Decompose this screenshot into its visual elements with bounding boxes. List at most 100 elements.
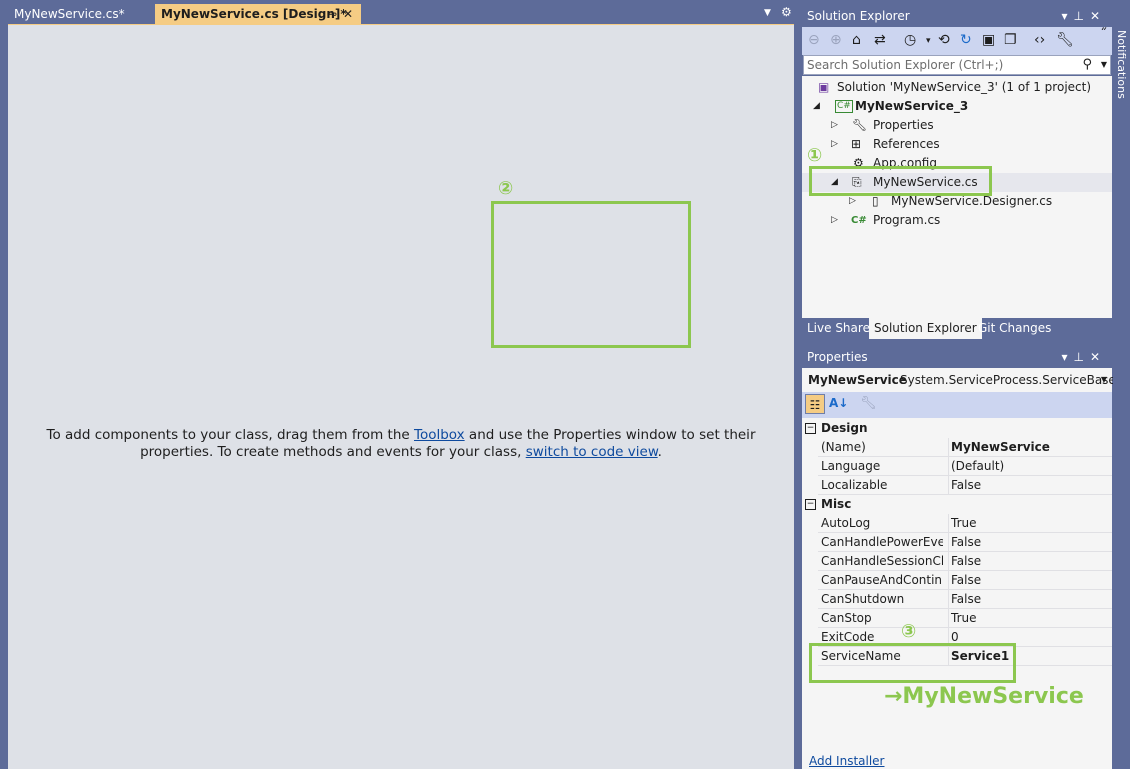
notifications-strip[interactable]: Notifications (1113, 0, 1130, 769)
expanded-arrow-icon[interactable]: ◢ (813, 97, 820, 116)
tab-code-file[interactable]: MyNewService.cs* (8, 4, 153, 24)
property-name: CanStop (821, 611, 872, 625)
tree-item-label: Properties (873, 118, 934, 132)
wrench-icon[interactable]: 🔧︎ (1056, 32, 1074, 48)
tab-git-changes[interactable]: Git Changes (973, 318, 1056, 339)
collapsed-arrow-icon[interactable]: ▷ (831, 211, 838, 230)
chevron-down-icon[interactable]: ▾ (1061, 9, 1073, 23)
pin-icon[interactable]: ⊥ (1073, 9, 1089, 23)
switch-to-code-view-link[interactable]: switch to code view (526, 444, 658, 460)
forward-icon[interactable]: ⊕ (830, 32, 842, 48)
tree-item-properties[interactable]: ▷ 🔧︎ Properties (802, 116, 1112, 135)
properties-object-selector[interactable]: MyNewService System.ServiceProcess.Servi… (802, 368, 1116, 392)
show-all-files-icon[interactable]: ❐ (1004, 32, 1017, 48)
categorized-icon[interactable]: ☷ (805, 394, 825, 414)
collapsed-arrow-icon[interactable]: ▷ (831, 135, 838, 154)
property-row[interactable]: CanHandleSessionChangeEvent False (818, 552, 1112, 571)
chevron-down-icon[interactable]: ▾ (1061, 350, 1073, 364)
property-value[interactable]: True (948, 609, 977, 628)
gear-icon[interactable]: ⚙ (781, 5, 792, 19)
property-name: CanHandlePowerEvent (821, 535, 943, 549)
property-value[interactable]: False (948, 552, 981, 571)
collapse-icon[interactable]: − (805, 423, 816, 434)
object-name: MyNewService (808, 373, 907, 387)
switch-views-icon[interactable]: ⇄ (874, 32, 886, 48)
close-icon[interactable]: ✕ (1090, 9, 1106, 23)
annotation-box-3 (809, 643, 1016, 683)
tree-item-label: Program.cs (873, 213, 941, 227)
tab-code-file-label: MyNewService.cs* (14, 7, 125, 21)
tab-design-file[interactable]: MyNewService.cs [Design]* ⊸ ✕ (155, 4, 361, 24)
property-value[interactable]: False (948, 571, 981, 590)
property-row[interactable]: CanStop True (818, 609, 1112, 628)
pin-icon[interactable]: ⊸ (327, 4, 337, 24)
property-value[interactable]: False (948, 590, 981, 609)
property-value[interactable]: MyNewService (948, 438, 1050, 457)
annotation-marker-3: ③ (901, 621, 917, 642)
search-input[interactable] (804, 56, 1080, 74)
property-value[interactable]: False (948, 533, 981, 552)
back-icon[interactable]: ⊖ (808, 32, 820, 48)
solution-explorer-title: Solution Explorer ▾⊥✕ (802, 6, 1112, 26)
property-row[interactable]: (Name) MyNewService (818, 438, 1112, 457)
property-name: CanShutdown (821, 592, 905, 606)
tree-item-project[interactable]: ◢ C# MyNewService_3 (802, 97, 1112, 116)
property-row[interactable]: AutoLog True (818, 514, 1112, 533)
tab-dropdown-icon[interactable]: ▼ (764, 8, 771, 18)
sync-icon[interactable]: ⟲ (938, 32, 950, 48)
annotation-marker-2: ② (498, 178, 514, 199)
pin-icon[interactable]: ⊥ (1073, 350, 1089, 364)
property-name: CanPauseAndContinue (821, 573, 943, 587)
collapsed-arrow-icon[interactable]: ▷ (831, 116, 838, 135)
search-icon[interactable]: ⚲ (1082, 57, 1092, 72)
close-icon[interactable]: ✕ (343, 4, 353, 24)
property-row[interactable]: Localizable False (818, 476, 1112, 495)
solution-explorer-search[interactable]: ⚲ ▼ (803, 55, 1111, 75)
property-row[interactable]: CanPauseAndContinue False (818, 571, 1112, 590)
alphabetical-icon[interactable]: A↓ (829, 396, 848, 410)
tree-item-label: Solution 'MyNewService_3' (1 of 1 projec… (837, 80, 1092, 94)
category-design[interactable]: − Design (802, 419, 1112, 438)
wrench-icon[interactable]: 🔧︎ (860, 396, 877, 411)
category-label: Misc (821, 497, 852, 511)
close-icon[interactable]: ✕ (1090, 350, 1106, 364)
home-icon[interactable]: ⌂ (852, 32, 861, 48)
document-tab-bar: MyNewService.cs* MyNewService.cs [Design… (0, 0, 800, 24)
property-value[interactable]: False (948, 476, 981, 495)
annotation-box-1 (809, 166, 992, 196)
chevron-down-icon[interactable]: ▼ (1101, 368, 1107, 392)
overflow-icon[interactable]: ˝ (1100, 27, 1107, 43)
add-installer-link[interactable]: Add Installer (809, 754, 885, 768)
collapse-icon[interactable]: − (805, 499, 816, 510)
pending-changes-icon[interactable]: ◷ (904, 32, 916, 48)
notifications-label: Notifications (1115, 30, 1128, 99)
collapse-all-icon[interactable]: ▣ (982, 32, 995, 48)
tab-solution-explorer[interactable]: Solution Explorer (869, 318, 982, 339)
tree-item-references[interactable]: ▷ ⊞ References (802, 135, 1112, 154)
wrench-icon: 🔧︎ (852, 118, 868, 132)
tree-item-program[interactable]: ▷ C# Program.cs (802, 211, 1112, 230)
solution-explorer-bottom-tabs: Live Share Solution Explorer Git Changes (802, 318, 1112, 339)
toolbox-link[interactable]: Toolbox (414, 427, 465, 443)
category-misc[interactable]: − Misc (802, 495, 1112, 514)
property-value[interactable]: True (948, 514, 977, 533)
property-row[interactable]: CanShutdown False (818, 590, 1112, 609)
property-name: Language (821, 459, 881, 473)
property-value[interactable]: (Default) (948, 457, 1004, 476)
tree-item-label: MyNewService_3 (855, 99, 969, 113)
csharp-project-icon: C# (835, 100, 853, 113)
designer-surface[interactable]: ② To add components to your class, drag … (8, 24, 794, 769)
tab-live-share[interactable]: Live Share (802, 318, 875, 339)
solution-tree: ▣ Solution 'MyNewService_3' (1 of 1 proj… (802, 76, 1112, 318)
view-code-icon[interactable]: ‹› (1034, 32, 1045, 48)
chevron-down-icon[interactable]: ▼ (1101, 60, 1107, 69)
refresh-icon[interactable]: ↻ (960, 32, 972, 48)
chevron-down-icon[interactable]: ▾ (926, 36, 931, 46)
designer-message: To add components to your class, drag th… (8, 427, 794, 461)
tree-item-solution[interactable]: ▣ Solution 'MyNewService_3' (1 of 1 proj… (802, 78, 1112, 97)
properties-title: Properties ▾⊥✕ (802, 347, 1112, 367)
property-row[interactable]: CanHandlePowerEvent False (818, 533, 1112, 552)
property-grid: − Design (Name) MyNewService Language (Def… (802, 418, 1112, 769)
property-row[interactable]: Language (Default) (818, 457, 1112, 476)
solution-explorer-toolbar: ⊖ ⊕ ⌂ ⇄ ◷ ▾ ⟲ ↻ ▣ ❐ ‹› 🔧︎ ˝ (802, 27, 1112, 55)
